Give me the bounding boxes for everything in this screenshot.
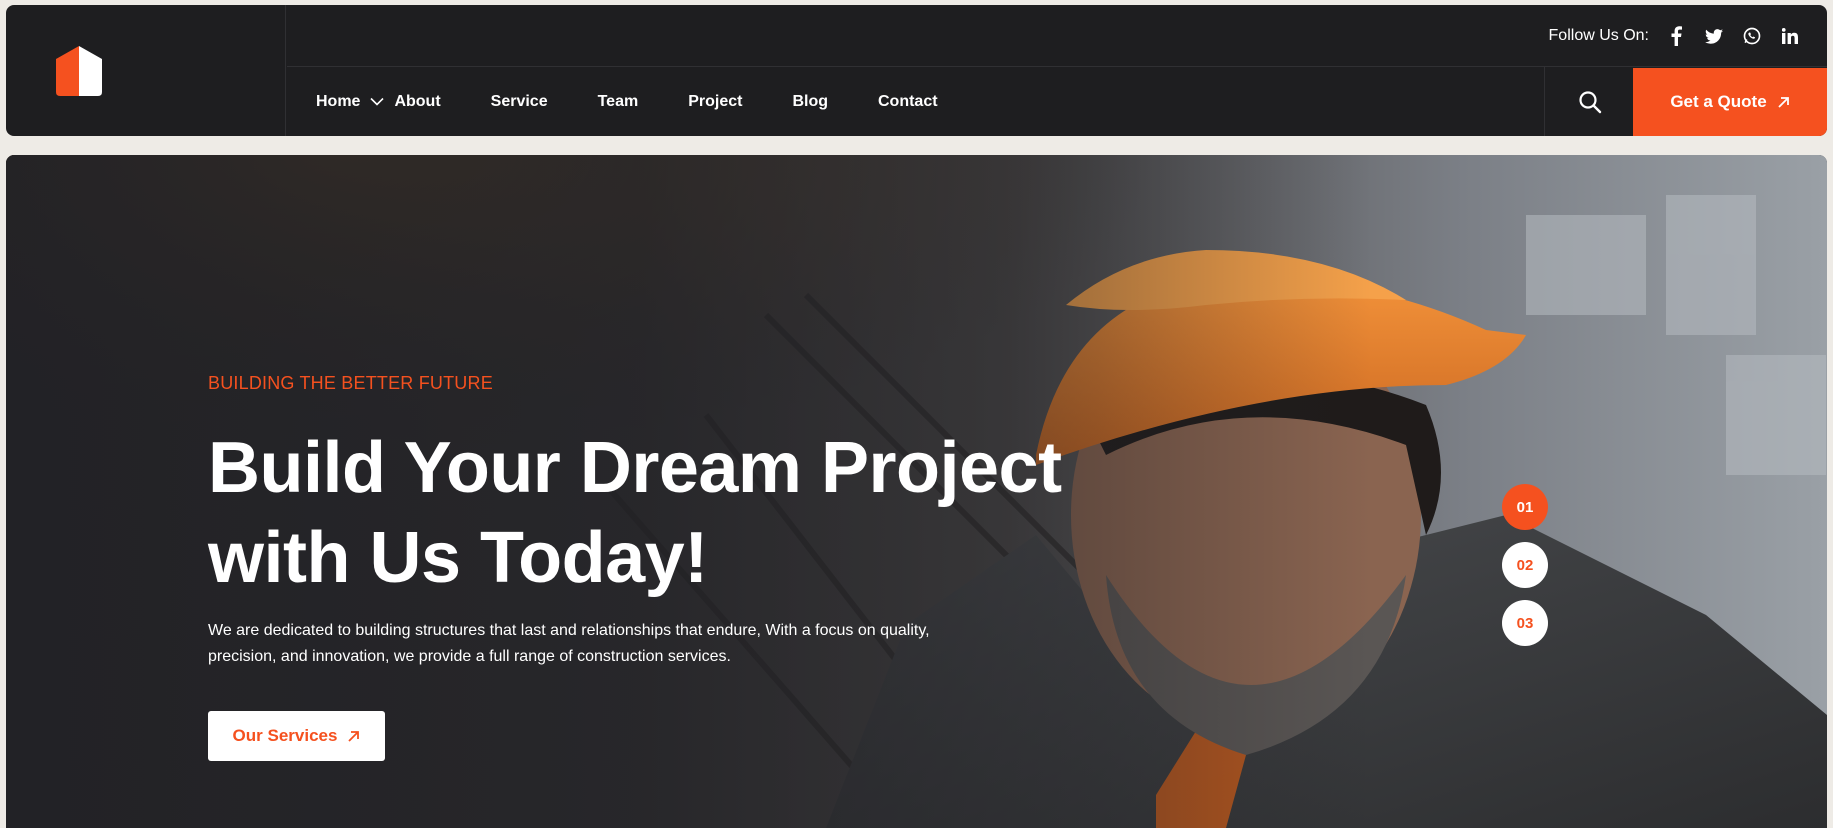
nav-item-project[interactable]: Project <box>688 93 742 111</box>
chevron-down-icon <box>370 97 385 106</box>
nav-label: Contact <box>878 92 938 110</box>
slide-dot-3[interactable]: 03 <box>1502 600 1548 646</box>
site-header: Follow Us On: Home About Service Team Pr… <box>6 5 1827 136</box>
services-label: Our Services <box>232 726 338 745</box>
nav-label: About <box>394 92 441 110</box>
hero-headline: Build Your Dream Project with Us Today! <box>208 423 1108 603</box>
nav-item-about[interactable]: About <box>394 93 440 111</box>
arrow-up-right-icon <box>348 730 360 742</box>
nav-item-home[interactable]: Home <box>316 92 385 111</box>
nav-label: Team <box>597 92 639 110</box>
nav-item-blog[interactable]: Blog <box>792 93 828 111</box>
nav-item-contact[interactable]: Contact <box>878 93 938 111</box>
linkedin-icon[interactable] <box>1781 26 1799 46</box>
top-bar: Follow Us On: <box>287 5 1827 67</box>
hero-description: We are dedicated to building structures … <box>208 622 930 665</box>
nav-label: Project <box>688 92 743 110</box>
facebook-icon[interactable] <box>1667 26 1685 46</box>
nav-item-team[interactable]: Team <box>598 93 639 111</box>
nav-label: Home <box>316 92 361 110</box>
follow-label: Follow Us On: <box>1548 27 1649 44</box>
headline-line-1: Build Your Dream Project <box>208 428 1062 508</box>
slider-pagination: 01 02 03 <box>1502 484 1548 658</box>
arrow-up-right-icon <box>1778 96 1789 108</box>
our-services-button[interactable]: Our Services <box>208 711 385 761</box>
slide-dot-2[interactable]: 02 <box>1502 542 1548 588</box>
quote-label: Get a Quote <box>1670 92 1767 111</box>
hero-kicker: BUILDING THE BETTER FUTURE <box>208 373 493 393</box>
headline-line-2: with Us Today! <box>208 518 708 598</box>
logo-area <box>6 5 286 136</box>
nav-label: Blog <box>792 92 828 110</box>
main-nav: Home About Service Team Project Blog Con… <box>316 67 988 136</box>
search-icon <box>1578 90 1601 113</box>
slide-dot-1[interactable]: 01 <box>1502 484 1548 530</box>
social-links: Follow Us On: <box>1549 5 1799 67</box>
get-a-quote-button[interactable]: Get a Quote <box>1633 68 1827 136</box>
hero-section: BUILDING THE BETTER FUTURE Build Your Dr… <box>6 155 1827 828</box>
nav-item-service[interactable]: Service <box>491 93 548 111</box>
logo-icon[interactable] <box>56 46 102 96</box>
whatsapp-icon[interactable] <box>1743 26 1761 46</box>
search-button[interactable] <box>1544 67 1634 136</box>
twitter-icon[interactable] <box>1705 26 1723 46</box>
nav-label: Service <box>490 92 548 110</box>
